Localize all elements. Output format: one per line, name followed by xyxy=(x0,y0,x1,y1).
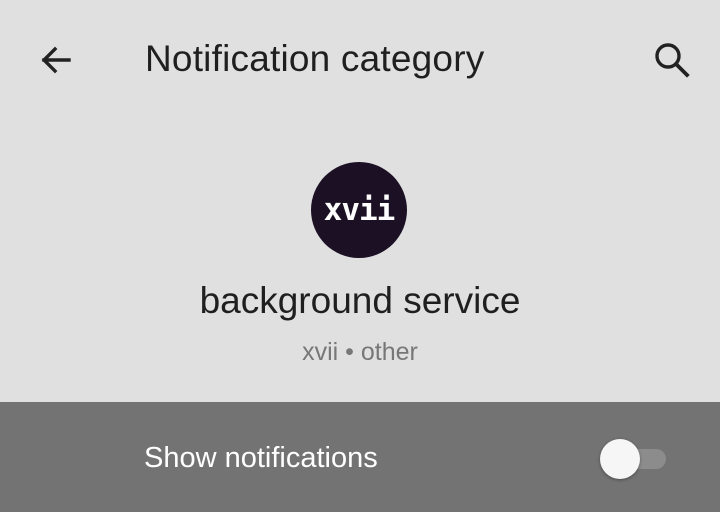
back-button[interactable] xyxy=(28,32,84,88)
search-icon xyxy=(655,43,690,78)
show-notifications-label: Show notifications xyxy=(144,442,378,474)
arrow-back-icon xyxy=(41,46,71,74)
channel-subtitle: xvii • other xyxy=(302,338,418,366)
app-bar: Notification category xyxy=(0,0,720,120)
show-notifications-bar[interactable]: Show notifications xyxy=(0,402,720,512)
search-button[interactable] xyxy=(644,32,700,88)
app-icon-label: xvii xyxy=(323,192,396,228)
app-icon: xvii xyxy=(311,162,407,258)
toggle-thumb xyxy=(600,439,640,479)
show-notifications-toggle[interactable] xyxy=(600,438,668,479)
page-title: Notification category xyxy=(145,38,485,79)
channel-name: background service xyxy=(199,280,521,321)
